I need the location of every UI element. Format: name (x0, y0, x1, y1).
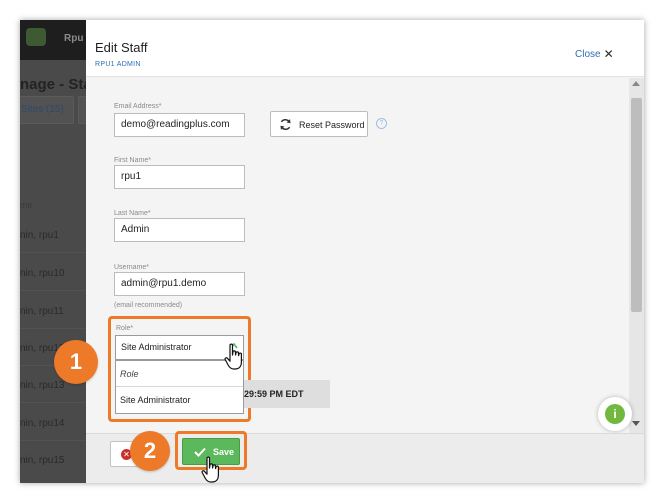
hand-cursor-icon (224, 343, 242, 370)
scroll-up-arrow-icon[interactable] (632, 81, 640, 86)
refresh-icon (280, 118, 291, 131)
info-icon: i (605, 404, 625, 424)
scroll-down-arrow-icon[interactable] (632, 421, 640, 426)
background-sites-tab-label: Sites (15) (21, 104, 64, 115)
help-icon[interactable]: ? (376, 118, 387, 129)
background-table-row: nin, rpu10 (20, 268, 65, 279)
email-label: Email Address* (114, 103, 162, 110)
reset-password-button[interactable]: Reset Password (270, 111, 368, 137)
modal-subtitle: RPU1 ADMIN (95, 61, 141, 68)
step-2-badge: 2 (130, 431, 170, 471)
close-button[interactable]: Close ✕ (575, 46, 614, 61)
background-row-divider (20, 402, 90, 403)
background-org-name: Rpu (64, 33, 84, 44)
app-window: Rpu nage - Staff Sites (15) me nin, rpu1… (20, 20, 644, 483)
last-name-label: Last Name* (114, 210, 151, 217)
scroll-thumb[interactable] (631, 98, 642, 312)
background-sites-tab: Sites (15) (20, 96, 74, 124)
time-text: 29:59 PM EDT (244, 389, 304, 399)
background-column-header: me (20, 200, 33, 210)
background-table-row: nin, rpu15 (20, 455, 65, 466)
email-field[interactable]: demo@readingplus.com (114, 113, 245, 137)
reset-password-label: Reset Password (299, 120, 365, 130)
close-label: Close (575, 49, 601, 60)
background-table-row: nin, rpu14 (20, 418, 65, 429)
first-name-field[interactable]: rpu1 (114, 165, 245, 189)
background-row-divider (20, 440, 90, 441)
modal-header: Edit Staff RPU1 ADMIN Close ✕ (86, 20, 644, 77)
background-row-divider (20, 252, 90, 253)
background-row-divider (20, 290, 90, 291)
background-table-row: nin, rpu1 (20, 230, 59, 241)
username-hint: (email recommended) (114, 302, 183, 309)
modal-title: Edit Staff (95, 40, 148, 55)
scrollbar[interactable] (629, 78, 644, 433)
last-name-field[interactable]: Admin (114, 218, 245, 242)
close-icon: ✕ (603, 47, 614, 61)
background-table-row: nin, rpu11 (20, 306, 64, 317)
info-button[interactable]: i (598, 397, 632, 431)
username-label: Username* (114, 264, 150, 271)
modal-footer: ✕ Save (86, 431, 644, 483)
app-logo-icon (26, 28, 46, 46)
time-bar: 29:59 PM EDT (244, 380, 330, 408)
step-1-badge: 1 (54, 340, 98, 384)
username-field[interactable]: admin@rpu1.demo (114, 272, 245, 296)
edit-staff-modal: Edit Staff RPU1 ADMIN Close ✕ Email Addre… (86, 20, 644, 483)
first-name-label: First Name* (114, 157, 151, 164)
hand-cursor-icon (201, 456, 219, 483)
background-row-divider (20, 328, 90, 329)
